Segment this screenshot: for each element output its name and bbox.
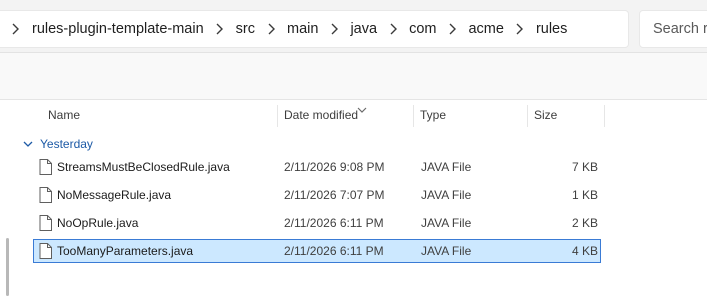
column-name[interactable]: Name <box>40 101 80 129</box>
file-size: 2 KB <box>571 216 598 230</box>
breadcrumb-item[interactable]: main <box>285 10 320 48</box>
chevron-down-icon[interactable] <box>22 138 34 150</box>
file-type: JAVA File <box>421 188 472 202</box>
column-header: Name Date modified Type Size <box>16 101 707 129</box>
chevron-right-icon[interactable] <box>506 10 534 48</box>
file-name[interactable]: NoOpRule.java <box>57 212 138 234</box>
file-icon <box>39 187 52 203</box>
column-type[interactable]: Type <box>412 101 446 129</box>
column-size[interactable]: Size <box>526 101 557 129</box>
breadcrumb-item[interactable]: java <box>348 10 379 48</box>
file-name[interactable]: TooManyParameters.java <box>57 240 193 262</box>
file-name[interactable]: StreamsMustBeClosedRule.java <box>57 156 230 178</box>
file-size: 7 KB <box>571 160 598 174</box>
file-type: JAVA File <box>421 244 472 258</box>
chevron-right-icon[interactable] <box>0 10 30 48</box>
file-row-selected[interactable]: TooManyParameters.java 2/11/2026 6:11 PM… <box>33 239 601 263</box>
search-box[interactable] <box>639 10 707 48</box>
address-bar[interactable]: rules-plugin-template-main src main java… <box>0 10 629 48</box>
chevron-right-icon[interactable] <box>438 10 466 48</box>
breadcrumb-item[interactable]: com <box>407 10 438 48</box>
column-divider[interactable] <box>604 105 605 127</box>
file-size: 4 KB <box>571 244 598 258</box>
file-icon <box>39 243 52 259</box>
navigation-scrollbar[interactable] <box>6 238 9 296</box>
group-header-yesterday[interactable]: Yesterday <box>22 134 93 154</box>
file-size: 1 KB <box>571 188 598 202</box>
address-bar-row: rules-plugin-template-main src main java… <box>0 0 707 53</box>
breadcrumb-item-current[interactable]: rules <box>534 10 569 48</box>
file-icon <box>39 159 52 175</box>
file-date-modified: 2/11/2026 7:07 PM <box>284 188 385 202</box>
breadcrumb-item[interactable]: acme <box>466 10 505 48</box>
breadcrumb-item[interactable]: rules-plugin-template-main <box>30 10 206 48</box>
file-date-modified: 2/11/2026 9:08 PM <box>284 160 385 174</box>
file-date-modified: 2/11/2026 6:11 PM <box>284 244 384 258</box>
file-type: JAVA File <box>421 216 472 230</box>
group-label: Yesterday <box>40 137 93 151</box>
chevron-right-icon[interactable] <box>206 10 234 48</box>
command-bar <box>0 53 707 100</box>
search-input[interactable] <box>653 21 707 37</box>
file-row[interactable]: StreamsMustBeClosedRule.java 2/11/2026 9… <box>33 155 601 179</box>
chevron-right-icon[interactable] <box>320 10 348 48</box>
file-icon <box>39 215 52 231</box>
file-row[interactable]: NoMessageRule.java 2/11/2026 7:07 PM JAV… <box>33 183 601 207</box>
file-row[interactable]: NoOpRule.java 2/11/2026 6:11 PM JAVA Fil… <box>33 211 601 235</box>
chevron-right-icon[interactable] <box>379 10 407 48</box>
file-date-modified: 2/11/2026 6:11 PM <box>284 216 384 230</box>
file-name[interactable]: NoMessageRule.java <box>57 184 171 206</box>
breadcrumb-item[interactable]: src <box>234 10 257 48</box>
chevron-right-icon[interactable] <box>257 10 285 48</box>
file-type: JAVA File <box>421 160 472 174</box>
column-date-modified[interactable]: Date modified <box>276 101 358 129</box>
